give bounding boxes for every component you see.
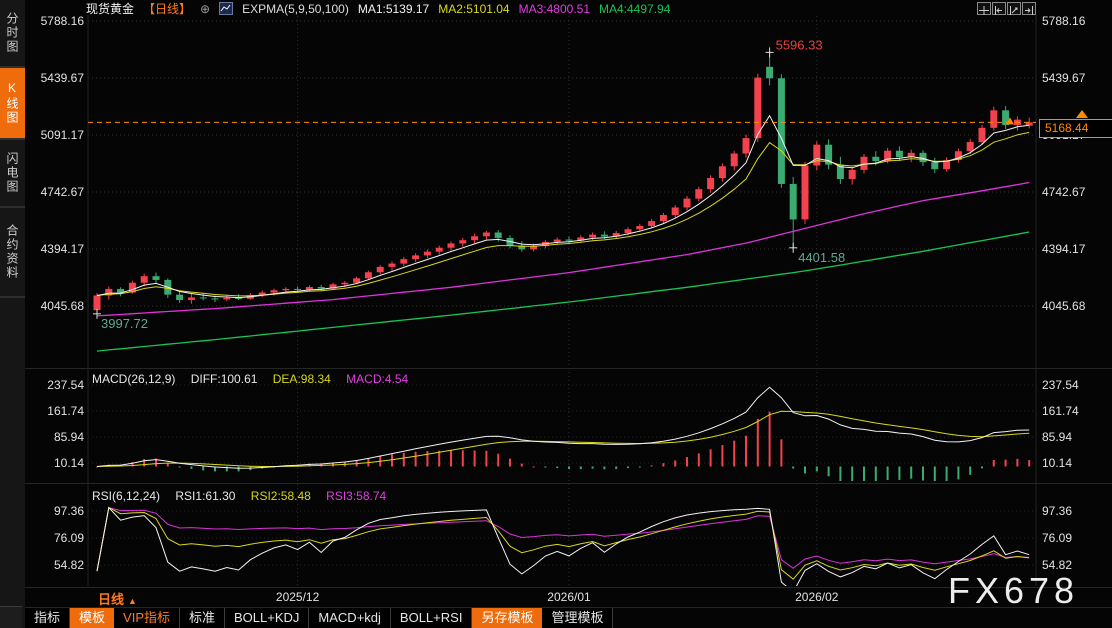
svg-text:76.09: 76.09 — [1042, 531, 1072, 545]
svg-text:2026/02: 2026/02 — [795, 590, 839, 604]
toolbar-item-manage-template[interactable]: 管理模板 — [542, 608, 613, 628]
add-indicator-icon[interactable]: ⊕ — [200, 2, 210, 16]
macd-macd-value: MACD:4.54 — [346, 372, 408, 386]
rsi2-value: RSI2:58.48 — [251, 489, 311, 503]
svg-text:5596.33: 5596.33 — [776, 37, 823, 52]
svg-text:161.74: 161.74 — [1042, 404, 1079, 418]
indicator-name: EXPMA(5,9,50,100) — [242, 2, 349, 16]
chart-header: 现货黄金 【日线】 ⊕ EXPMA(5,9,50,100) MA1:5139.1… — [86, 1, 670, 16]
mini-chart-icon[interactable] — [219, 2, 233, 15]
trading-app-window: 5788.165788.165439.675439.675091.175091.… — [0, 0, 1112, 628]
macd-name: MACD(26,12,9) — [92, 372, 175, 386]
macd-dea-value: DEA:98.34 — [273, 372, 331, 386]
svg-text:4045.68: 4045.68 — [41, 299, 85, 313]
svg-text:5788.16: 5788.16 — [1042, 14, 1086, 28]
svg-text:2026/01: 2026/01 — [547, 590, 591, 604]
svg-text:4394.17: 4394.17 — [1042, 242, 1086, 256]
chart-mode-sidebar: 分时图 K线图 闪电图 合约资料 — [0, 0, 25, 628]
svg-text:10.14: 10.14 — [1042, 456, 1072, 470]
svg-text:4394.17: 4394.17 — [41, 242, 85, 256]
rsi1-value: RSI1:61.30 — [175, 489, 235, 503]
ma3-value: MA3:4800.51 — [519, 2, 590, 16]
ma4-value: MA4:4497.94 — [599, 2, 670, 16]
svg-text:97.36: 97.36 — [54, 504, 84, 518]
svg-text:3997.72: 3997.72 — [101, 316, 148, 331]
svg-text:5788.16: 5788.16 — [41, 14, 85, 28]
svg-text:161.74: 161.74 — [47, 404, 84, 418]
sidebar-item-lightning-chart[interactable]: 闪电图 — [0, 140, 25, 208]
price-up-arrow-icon — [1076, 110, 1088, 118]
current-price-tag: 5168.44 — [1039, 119, 1112, 138]
svg-text:4742.67: 4742.67 — [1042, 185, 1086, 199]
svg-text:5091.17: 5091.17 — [41, 128, 85, 142]
interval-selector[interactable]: 日线 ▲ — [98, 589, 137, 608]
svg-text:2025/12: 2025/12 — [276, 590, 320, 604]
symbol-name: 现货黄金 — [86, 0, 134, 17]
toolbar-item-macd-kdj[interactable]: MACD+kdj — [309, 608, 391, 628]
macd-diff-value: DIFF:100.61 — [191, 372, 258, 386]
svg-text:237.54: 237.54 — [1042, 378, 1079, 392]
svg-text:54.82: 54.82 — [54, 558, 84, 572]
rsi-header: RSI(6,12,24) RSI1:61.30 RSI2:58.48 RSI3:… — [92, 489, 398, 503]
rsi-name: RSI(6,12,24) — [92, 489, 160, 503]
interval-selector-label: 日线 — [98, 592, 124, 607]
bottom-toolbar: 指标 模板 VIP指标 标准 BOLL+KDJ MACD+kdj BOLL+RS… — [25, 608, 613, 628]
svg-text:4045.68: 4045.68 — [1042, 299, 1086, 313]
svg-text:10.14: 10.14 — [54, 456, 84, 470]
svg-text:4742.67: 4742.67 — [41, 185, 85, 199]
toolbar-item-save-template[interactable]: 另存模板 — [472, 608, 542, 628]
svg-text:4401.58: 4401.58 — [798, 250, 845, 265]
ma2-value: MA2:5101.04 — [438, 2, 509, 16]
rsi3-value: RSI3:58.74 — [326, 489, 386, 503]
sidebar-item-time-chart[interactable]: 分时图 — [0, 0, 25, 68]
svg-text:85.94: 85.94 — [1042, 430, 1072, 444]
toolbar-item-boll-rsi[interactable]: BOLL+RSI — [391, 608, 473, 628]
svg-text:76.09: 76.09 — [54, 531, 84, 545]
fx678-watermark: FX678 — [948, 570, 1079, 612]
svg-text:5439.67: 5439.67 — [41, 71, 85, 85]
svg-text:85.94: 85.94 — [54, 430, 84, 444]
sidebar-item-kline-chart[interactable]: K线图 — [0, 68, 25, 140]
toolbar-item-vip-indicators[interactable]: VIP指标 — [114, 608, 180, 628]
toolbar-item-indicators[interactable]: 指标 — [25, 608, 70, 628]
ma1-value: MA1:5139.17 — [358, 2, 429, 16]
corner-block — [0, 606, 22, 628]
price-chart-canvas[interactable]: 5788.165788.165439.675439.675091.175091.… — [0, 0, 1112, 628]
svg-text:97.36: 97.36 — [1042, 504, 1072, 518]
crosshair-icon[interactable] — [977, 2, 991, 15]
svg-text:237.54: 237.54 — [47, 378, 84, 392]
chart-tools — [977, 2, 1036, 15]
pan-right-icon[interactable] — [1022, 2, 1036, 15]
macd-header: MACD(26,12,9) DIFF:100.61 DEA:98.34 MACD… — [92, 372, 420, 386]
svg-text:5439.67: 5439.67 — [1042, 71, 1086, 85]
zoom-left-icon[interactable] — [992, 2, 1006, 15]
zoom-right-icon[interactable] — [1007, 2, 1021, 15]
sidebar-item-contract-info[interactable]: 合约资料 — [0, 208, 25, 298]
interval-arrow-icon: ▲ — [128, 596, 137, 606]
toolbar-item-template[interactable]: 模板 — [70, 608, 114, 628]
toolbar-item-boll-kdj[interactable]: BOLL+KDJ — [225, 608, 309, 628]
interval-tag: 【日线】 — [143, 0, 191, 17]
toolbar-item-standard[interactable]: 标准 — [180, 608, 225, 628]
